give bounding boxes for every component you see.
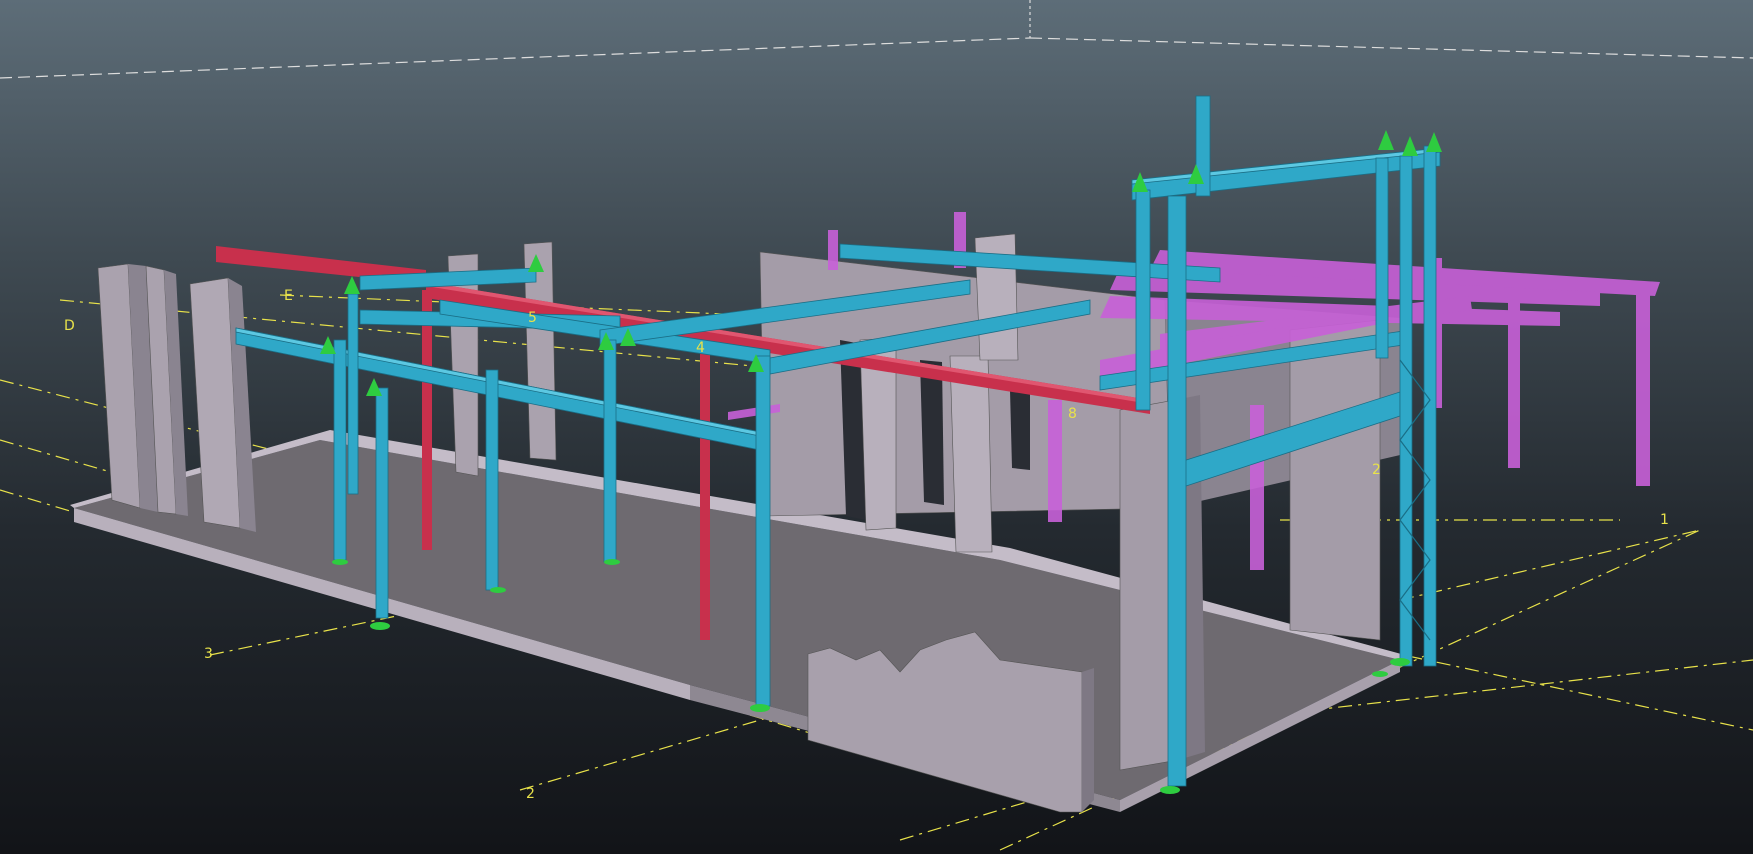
grid-label-4: 4	[696, 340, 705, 356]
grid-label-2-front: 2	[526, 786, 535, 802]
grid-label-1: 1	[1660, 512, 1669, 528]
grid-label-3: 3	[204, 646, 213, 662]
grid-label-2-right: 2	[1372, 462, 1381, 478]
grid-label-8: 8	[1068, 406, 1077, 422]
grid-label-e: E	[284, 288, 293, 304]
grid-label-5: 5	[528, 310, 537, 326]
grid-label-d: D	[64, 318, 75, 334]
3d-model-viewport[interactable]: D E 1 2 2 3 4 5 8	[0, 0, 1753, 854]
